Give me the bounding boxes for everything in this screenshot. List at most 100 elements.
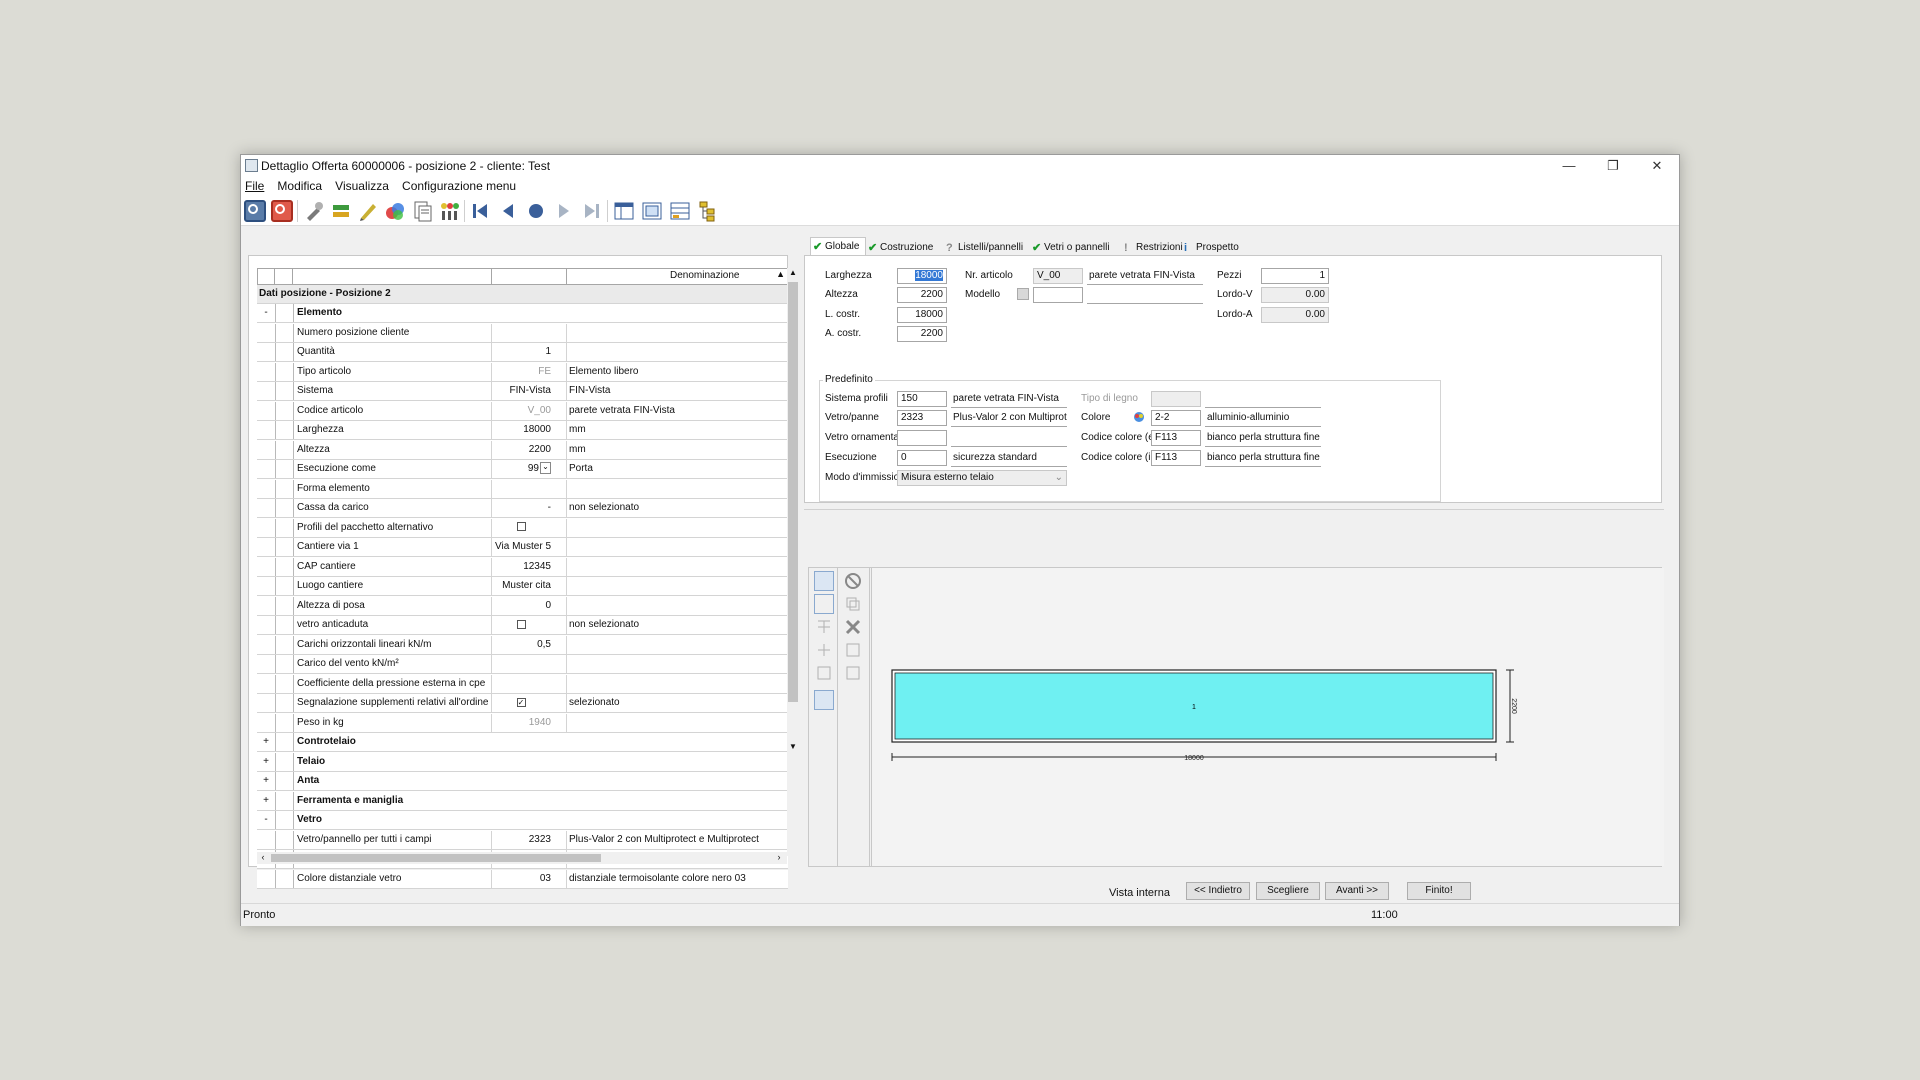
- expand-toggle[interactable]: +: [257, 791, 276, 810]
- tree-view-icon[interactable]: [697, 200, 719, 222]
- checkbox[interactable]: [516, 619, 526, 629]
- indietro-button[interactable]: << Indietro: [1186, 882, 1250, 900]
- record-icon[interactable]: [525, 200, 547, 222]
- table-row[interactable]: Quantità 1: [257, 343, 788, 362]
- modello-picker-icon[interactable]: [1017, 288, 1029, 300]
- prev-icon[interactable]: [497, 200, 519, 222]
- row-value[interactable]: 0,5: [491, 636, 551, 654]
- row-value[interactable]: FIN-Vista: [491, 382, 552, 400]
- first-icon[interactable]: [469, 200, 491, 222]
- scroll-right-icon[interactable]: ›: [773, 852, 785, 864]
- colore-field[interactable]: 2-2: [1151, 410, 1201, 426]
- checkbox[interactable]: [516, 522, 526, 532]
- pencil-icon[interactable]: [357, 200, 379, 222]
- row-value[interactable]: 2200: [491, 441, 551, 459]
- cod-est-field[interactable]: F113: [1151, 430, 1201, 446]
- esecuzione-field[interactable]: 0: [897, 450, 947, 466]
- modo-select[interactable]: Misura esterno telaio ⌄: [897, 470, 1067, 486]
- row-value[interactable]: 1: [491, 343, 551, 361]
- parts-icon[interactable]: [330, 200, 352, 222]
- move-icon[interactable]: [843, 640, 863, 660]
- row-value[interactable]: [491, 616, 551, 634]
- table-row[interactable]: Sistema FIN-Vista FIN-Vista: [257, 382, 788, 401]
- scroll-down-icon[interactable]: ▼: [787, 742, 799, 754]
- scegliere-button[interactable]: Scegliere: [1256, 882, 1320, 900]
- group-row[interactable]: + Anta: [257, 772, 788, 791]
- menu-configurazione[interactable]: Configurazione menu: [402, 177, 516, 195]
- row-value[interactable]: 03: [491, 870, 551, 888]
- table-row[interactable]: Tipo articolo FE Elemento libero: [257, 362, 788, 382]
- vetro-orn-field[interactable]: [897, 430, 947, 446]
- delete-icon[interactable]: [843, 617, 863, 637]
- row-value[interactable]: ✓: [491, 694, 551, 712]
- splitter[interactable]: [804, 509, 1664, 510]
- frame-tool-icon[interactable]: [814, 594, 834, 614]
- table-row[interactable]: Numero posizione cliente: [257, 323, 788, 343]
- document-icon[interactable]: [411, 200, 433, 222]
- resize-icon[interactable]: [843, 663, 863, 683]
- table-row[interactable]: Esecuzione come 99 ⌄ Porta: [257, 460, 788, 479]
- accessories-icon[interactable]: [438, 200, 460, 222]
- next-icon[interactable]: [553, 200, 575, 222]
- row-value[interactable]: 99 ⌄: [491, 460, 551, 478]
- transom-tool-icon[interactable]: [814, 663, 834, 683]
- lcostr-field[interactable]: 18000: [897, 307, 947, 323]
- header-denominazione[interactable]: Denominazione: [670, 270, 740, 281]
- table-row[interactable]: Profili del pacchetto alternativo: [257, 518, 788, 538]
- pezzi-field[interactable]: 1: [1261, 268, 1329, 284]
- group-row[interactable]: - Elemento: [257, 304, 788, 323]
- color-palette-icon[interactable]: [1133, 411, 1145, 423]
- table-row[interactable]: Vetro/pannello per tutti i campi 2323 Plus…: [257, 830, 788, 850]
- nr-articolo-field[interactable]: V_00: [1033, 268, 1083, 284]
- sistema-profili-field[interactable]: 150: [897, 391, 947, 407]
- table-row[interactable]: Colore distanziale vetro 03 distanziale te…: [257, 869, 788, 889]
- table-view-icon[interactable]: [613, 200, 635, 222]
- expand-toggle[interactable]: +: [257, 752, 276, 771]
- vertical-scrollbar[interactable]: ▲ ▼: [787, 268, 799, 856]
- cod-int-field[interactable]: F113: [1151, 450, 1201, 466]
- stop-icon[interactable]: [271, 200, 293, 222]
- last-icon[interactable]: [581, 200, 603, 222]
- tools-icon[interactable]: [303, 200, 325, 222]
- minimize-button[interactable]: —: [1547, 155, 1591, 177]
- table-row[interactable]: Carichi orizzontali lineari kN/m 0,5: [257, 635, 788, 655]
- vetro-field[interactable]: 2323: [897, 410, 947, 426]
- table-row[interactable]: Peso in kg 1940: [257, 713, 788, 733]
- table-row[interactable]: Coefficiente della pressione esterna in …: [257, 674, 788, 694]
- row-value[interactable]: 0: [491, 597, 551, 615]
- row-value[interactable]: Muster cita: [491, 577, 551, 595]
- table-row[interactable]: Cassa da carico - non selezionato: [257, 499, 788, 518]
- menu-modifica[interactable]: Modifica: [277, 177, 322, 195]
- copy-icon[interactable]: [843, 594, 863, 614]
- menu-file[interactable]: File: [245, 177, 264, 195]
- no-entry-icon[interactable]: [843, 571, 863, 591]
- table-row[interactable]: Codice articolo V_00 parete vetrata FIN-Vi…: [257, 401, 788, 421]
- row-value[interactable]: [491, 519, 551, 537]
- expand-toggle[interactable]: +: [257, 772, 276, 790]
- row-value[interactable]: V_00: [491, 402, 551, 420]
- table-row[interactable]: Larghezza 18000 mm: [257, 421, 788, 440]
- power-icon[interactable]: [244, 200, 266, 222]
- altezza-field[interactable]: 2200: [897, 287, 947, 303]
- horizontal-scrollbar[interactable]: ‹ ›: [257, 852, 787, 864]
- menu-visualizza[interactable]: Visualizza: [335, 177, 389, 195]
- group-row[interactable]: + Controtelaio: [257, 733, 788, 752]
- sort-arrow-icon[interactable]: ▲: [776, 269, 785, 279]
- scroll-left-icon[interactable]: ‹: [257, 852, 269, 864]
- list-view-icon[interactable]: [669, 200, 691, 222]
- group-row[interactable]: + Telaio: [257, 752, 788, 772]
- table-row[interactable]: Altezza 2200 mm: [257, 440, 788, 460]
- row-value[interactable]: -: [491, 499, 551, 517]
- row-value[interactable]: 18000: [491, 421, 551, 439]
- finito-button[interactable]: Finito!: [1407, 882, 1471, 900]
- table-row[interactable]: Cantiere via 1 Via Muster 5: [257, 538, 788, 557]
- colors-icon[interactable]: [384, 200, 406, 222]
- mullion-tool-icon[interactable]: [814, 640, 834, 660]
- table-row[interactable]: CAP cantiere 12345: [257, 557, 788, 577]
- table-row[interactable]: vetro anticaduta non selezionato: [257, 616, 788, 635]
- acostr-field[interactable]: 2200: [897, 326, 947, 342]
- grid-view-icon[interactable]: [641, 200, 663, 222]
- expand-toggle[interactable]: -: [257, 811, 276, 829]
- row-value[interactable]: 12345: [491, 558, 551, 576]
- close-button[interactable]: ✕: [1635, 155, 1679, 177]
